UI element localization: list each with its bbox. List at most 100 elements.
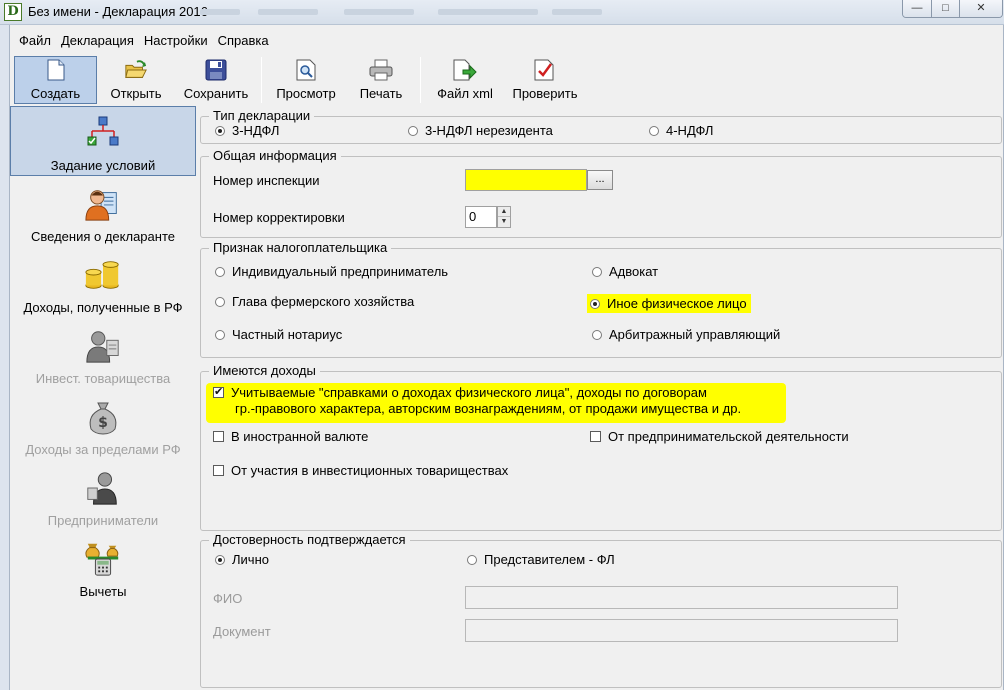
conditions-icon bbox=[84, 115, 122, 151]
sidebar-item-entrepreneurs[interactable]: Предприниматели bbox=[10, 462, 196, 532]
radio-4-ndfl[interactable]: 4-НДФЛ bbox=[649, 123, 713, 138]
partnership-icon bbox=[84, 328, 122, 364]
checkbox-certified-income[interactable]: Учитываемые "справками о доходах физичес… bbox=[213, 385, 741, 416]
radio-dot bbox=[215, 296, 225, 307]
create-label: Создать bbox=[30, 86, 81, 101]
checkbox-box bbox=[213, 385, 224, 399]
sidebar-item-conditions[interactable]: Задание условий bbox=[10, 106, 196, 176]
radio-label: 3-НДФЛ нерезидента bbox=[425, 123, 553, 138]
sidebar-label: Предприниматели bbox=[47, 513, 159, 528]
radio-representative[interactable]: Представителем - ФЛ bbox=[467, 552, 615, 567]
fio-input bbox=[465, 586, 898, 609]
radio-dot bbox=[408, 125, 418, 136]
radio-dot bbox=[467, 554, 477, 565]
group-title: Имеются доходы bbox=[209, 363, 320, 379]
sidebar-label: Сведения о декларанте bbox=[31, 229, 175, 244]
radio-farm-head[interactable]: Глава фермерского хозяйства bbox=[215, 294, 414, 309]
checkbox-label: От участия в инвестиционных товарищества… bbox=[231, 463, 509, 478]
svg-text:$: $ bbox=[98, 415, 108, 431]
checkbox-foreign-currency[interactable]: В иностранной валюте bbox=[213, 429, 368, 444]
radio-dot bbox=[215, 266, 225, 277]
radio-notary[interactable]: Частный нотариус bbox=[215, 327, 342, 342]
checkbox-box bbox=[213, 431, 224, 442]
radio-lawyer[interactable]: Адвокат bbox=[592, 264, 658, 279]
radio-other-individual[interactable]: Иное физическое лицо bbox=[587, 294, 751, 313]
radio-dot bbox=[215, 329, 225, 340]
sidebar: Задание условий Сведения о декларанте До… bbox=[10, 106, 196, 690]
menu-help[interactable]: Справка bbox=[213, 31, 274, 51]
radio-3-ndfl-nonresident[interactable]: 3-НДФЛ нерезидента bbox=[408, 123, 553, 138]
title-blur bbox=[438, 9, 538, 15]
menu-settings[interactable]: Настройки bbox=[139, 31, 213, 51]
xml-button[interactable]: Файл xml bbox=[425, 56, 505, 104]
title-bar: D Без имени - Декларация 2016 — □ ✕ bbox=[0, 0, 1004, 25]
checkbox-box bbox=[590, 431, 601, 442]
open-button[interactable]: Открыть bbox=[97, 56, 175, 104]
group-title: Общая информация bbox=[209, 148, 341, 164]
minimize-button[interactable]: — bbox=[903, 0, 931, 17]
xml-label: Файл xml bbox=[437, 86, 493, 101]
correction-number-label: Номер корректировки bbox=[213, 210, 345, 225]
check-button[interactable]: Проверить bbox=[505, 56, 585, 104]
sidebar-label: Инвест. товарищества bbox=[35, 371, 171, 386]
radio-label: Лично bbox=[232, 552, 269, 567]
checkbox-label: В иностранной валюте bbox=[231, 429, 369, 444]
window-title: Без имени - Декларация 2016 bbox=[28, 4, 208, 19]
correction-spinner[interactable]: ▲ ▼ bbox=[497, 206, 511, 228]
toolbar-separator bbox=[261, 57, 262, 103]
radio-dot bbox=[649, 125, 659, 136]
document-input bbox=[465, 619, 898, 642]
print-button[interactable]: Печать bbox=[346, 56, 416, 104]
checkbox-label-line: гр.-правового характера, авторским возна… bbox=[235, 401, 742, 416]
radio-label: 3-НДФЛ bbox=[232, 123, 280, 138]
radio-arbitration-manager[interactable]: Арбитражный управляющий bbox=[592, 327, 780, 342]
money-bag-icon: $ bbox=[84, 399, 122, 435]
declaration-type-group: Тип декларации bbox=[200, 108, 1002, 144]
radio-3-ndfl[interactable]: 3-НДФЛ bbox=[215, 123, 279, 138]
preview-label: Просмотр bbox=[276, 86, 336, 101]
radio-label: Арбитражный управляющий bbox=[609, 327, 781, 342]
inspection-browse-button[interactable]: ... bbox=[587, 170, 613, 190]
menu-declaration[interactable]: Декларация bbox=[56, 31, 139, 51]
title-blur bbox=[258, 9, 318, 15]
sidebar-item-declarant[interactable]: Сведения о декларанте bbox=[10, 178, 196, 248]
checkbox-business-income[interactable]: От предпринимательской деятельности bbox=[590, 429, 849, 444]
radio-label: Частный нотариус bbox=[232, 327, 343, 342]
spin-down-icon[interactable]: ▼ bbox=[498, 217, 510, 227]
create-button[interactable]: Создать bbox=[14, 56, 97, 104]
correction-number-input[interactable]: 0 bbox=[465, 206, 497, 228]
fio-label: ФИО bbox=[213, 591, 243, 606]
printer-icon bbox=[369, 57, 393, 83]
close-button[interactable]: ✕ bbox=[959, 0, 1002, 17]
sidebar-item-income-abroad[interactable]: $ Доходы за пределами РФ bbox=[10, 391, 196, 461]
window-controls: — □ ✕ bbox=[902, 0, 1003, 18]
sidebar-item-partnerships[interactable]: Инвест. товарищества bbox=[10, 320, 196, 390]
maximize-button[interactable]: □ bbox=[931, 0, 959, 17]
deductions-icon bbox=[84, 541, 122, 577]
sidebar-item-income-rf[interactable]: Доходы, полученные в РФ bbox=[10, 249, 196, 319]
sidebar-label: Доходы, полученные в РФ bbox=[23, 300, 183, 315]
save-button[interactable]: Сохранить bbox=[175, 56, 257, 104]
radio-label: 4-НДФЛ bbox=[666, 123, 714, 138]
radio-personal[interactable]: Лично bbox=[215, 552, 269, 567]
radio-dot bbox=[590, 298, 600, 309]
checkbox-label-line: Учитываемые "справками о доходах физичес… bbox=[231, 385, 707, 400]
spin-up-icon[interactable]: ▲ bbox=[498, 207, 510, 217]
radio-dot bbox=[592, 266, 602, 277]
sidebar-label: Доходы за пределами РФ bbox=[25, 442, 181, 457]
checkbox-box bbox=[213, 465, 224, 476]
checkbox-investment-partnerships[interactable]: От участия в инвестиционных товарищества… bbox=[213, 463, 508, 478]
left-frame bbox=[0, 25, 10, 690]
sidebar-item-deductions[interactable]: Вычеты bbox=[10, 533, 196, 603]
radio-dot bbox=[215, 125, 225, 136]
menu-file[interactable]: Файл bbox=[14, 31, 56, 51]
radio-individual-entrepreneur[interactable]: Индивидуальный предприниматель bbox=[215, 264, 448, 279]
group-title: Достоверность подтверждается bbox=[209, 532, 410, 548]
open-folder-icon bbox=[124, 57, 148, 83]
title-blur bbox=[552, 9, 602, 15]
inspection-number-input[interactable] bbox=[465, 169, 587, 191]
preview-button[interactable]: Просмотр bbox=[266, 56, 346, 104]
title-blur bbox=[344, 9, 414, 15]
radio-label: Индивидуальный предприниматель bbox=[232, 264, 449, 279]
print-label: Печать bbox=[359, 86, 403, 101]
